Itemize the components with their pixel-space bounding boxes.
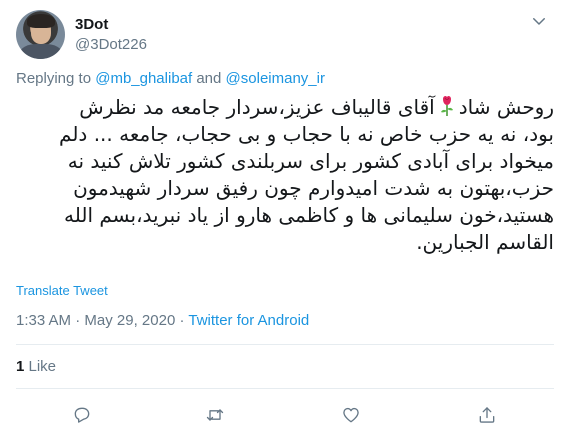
share-button[interactable] — [472, 400, 502, 430]
meta-separator: · — [175, 312, 189, 329]
tweet-line-part: آقای قالیباف عزیز،سردار جامعه مد نظرش — [79, 95, 435, 119]
tweet-line: حزب،بهتون به شدت امیدوارم چون رفیق سردار… — [73, 176, 554, 200]
retweet-icon — [206, 409, 224, 421]
replying-conjunction: and — [192, 70, 226, 87]
reply-icon — [74, 407, 90, 423]
tweet-header: 3Dot @3Dot226 — [16, 10, 554, 62]
reply-button[interactable] — [67, 400, 97, 430]
rose-icon — [440, 95, 453, 116]
divider — [16, 344, 554, 345]
likes-stat[interactable]: 1 Like — [16, 358, 56, 375]
tweet-text: روحش شاد آقای قالیباف عزیز،سردار جامعه م… — [16, 94, 554, 256]
action-bar — [0, 400, 570, 430]
retweet-button[interactable] — [200, 400, 230, 430]
tweet-source-link[interactable]: Twitter for Android — [188, 312, 309, 329]
replying-to: Replying to @mb_ghalibaf and @soleimany_… — [16, 70, 325, 87]
tweet-meta: 1:33 AM · May 29, 2020 · Twitter for And… — [16, 312, 309, 329]
tweet-line: میخواد برای آبادی کشور برای سربلندی کشور… — [67, 149, 554, 173]
avatar[interactable] — [16, 10, 65, 59]
tweet-line: روحش شاد آقای قالیباف عزیز،سردار جامعه م… — [16, 94, 554, 121]
tweet-time[interactable]: 1:33 AM — [16, 312, 71, 329]
mention-link-soleimany[interactable]: @soleimany_ir — [226, 70, 325, 87]
tweet-line-part: روحش شاد — [458, 95, 554, 119]
replying-prefix: Replying to — [16, 70, 96, 87]
tweet-line: القاسم الجبارین. — [416, 230, 554, 254]
like-button[interactable] — [336, 400, 366, 430]
share-icon — [479, 407, 495, 423]
tweet-date[interactable]: May 29, 2020 — [84, 312, 175, 329]
heart-icon — [343, 407, 359, 423]
like-label: Like — [24, 358, 57, 375]
chevron-down-icon[interactable] — [530, 12, 548, 30]
translate-tweet-link[interactable]: Translate Tweet — [16, 283, 108, 298]
avatar-shirt — [20, 44, 62, 59]
display-name[interactable]: 3Dot — [75, 16, 108, 33]
mention-link-ghalibaf[interactable]: @mb_ghalibaf — [95, 70, 192, 87]
avatar-hair — [27, 14, 55, 28]
meta-separator: · — [71, 312, 85, 329]
user-handle[interactable]: @3Dot226 — [75, 36, 147, 53]
divider — [16, 388, 554, 389]
tweet-line: هستید،خون سلیمانی ها و کاظمی هارو از یاد… — [64, 203, 554, 227]
tweet-line: بود، نه یه حزب خاص نه با حجاب و بی حجاب،… — [59, 122, 554, 146]
